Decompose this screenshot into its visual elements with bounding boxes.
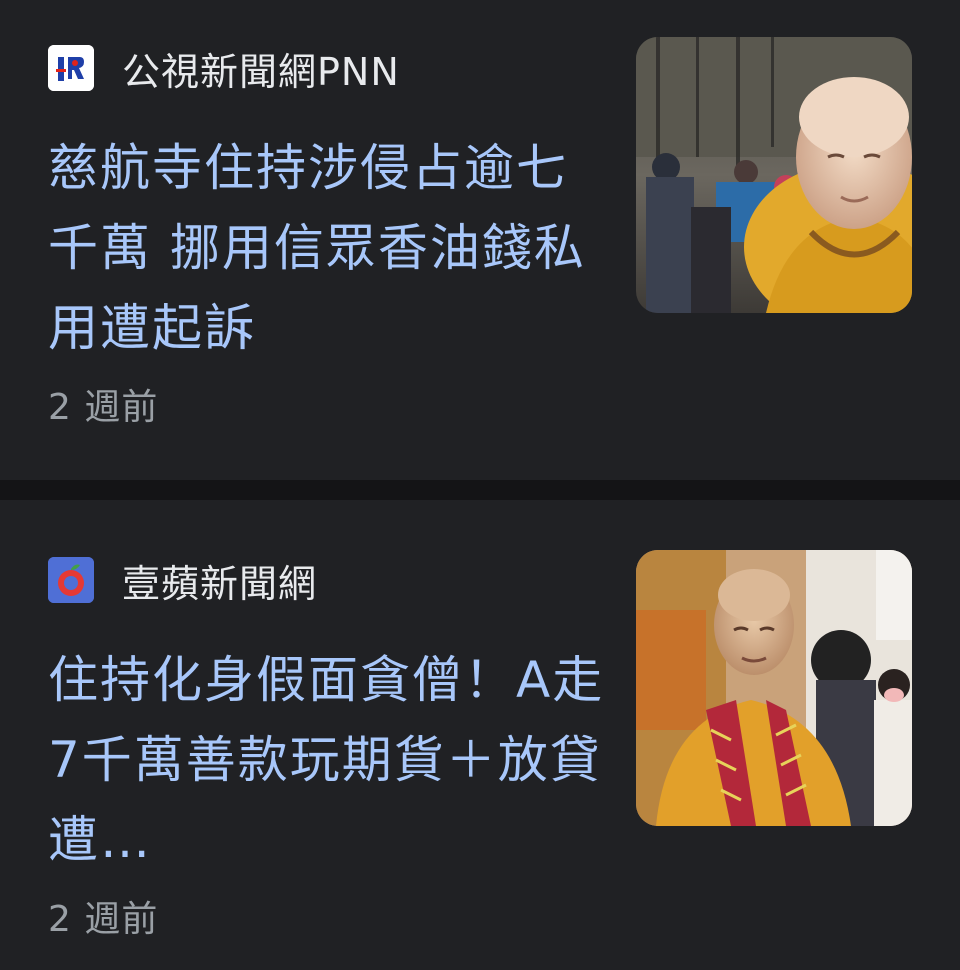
news-feed: 公視新聞網PNN 慈航寺住持涉侵占逾七千萬 挪用信眾香油錢私用遭起訴 2 週前 [0, 0, 960, 970]
news-card[interactable]: 公視新聞網PNN 慈航寺住持涉侵占逾七千萬 挪用信眾香油錢私用遭起訴 2 週前 [0, 0, 960, 480]
source-name[interactable]: 壹蘋新聞網 [122, 553, 317, 608]
article-timestamp: 2 週前 [48, 387, 159, 428]
pts-logo-icon [48, 45, 94, 91]
article-thumbnail[interactable] [636, 550, 912, 826]
source-name[interactable]: 公視新聞網PNN [122, 41, 400, 96]
article-timestamp: 2 週前 [48, 899, 159, 940]
card-divider [0, 480, 960, 500]
news-card[interactable]: 壹蘋新聞網 住持化身假面貪僧！A走7千萬善款玩期貨＋放貸 遭… 2 週前 [0, 500, 960, 970]
nextapple-logo-icon [48, 557, 94, 603]
article-headline[interactable]: 住持化身假面貪僧！A走7千萬善款玩期貨＋放貸 遭… [48, 640, 608, 880]
source-row: 壹蘋新聞網 [48, 550, 317, 610]
monk-in-robe-thumbnail [636, 550, 912, 826]
monk-portrait-thumbnail [636, 37, 912, 313]
article-headline[interactable]: 慈航寺住持涉侵占逾七千萬 挪用信眾香油錢私用遭起訴 [48, 128, 608, 368]
article-thumbnail[interactable] [636, 37, 912, 313]
source-row: 公視新聞網PNN [48, 38, 400, 98]
